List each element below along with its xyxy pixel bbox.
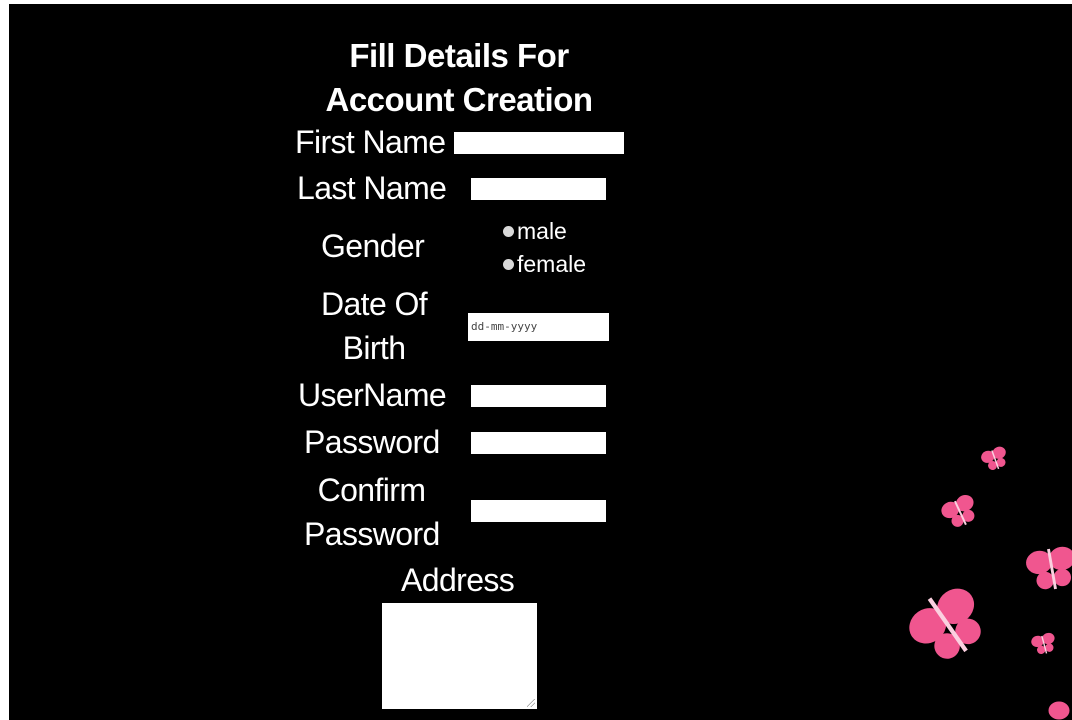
confirm-password-label: Confirm Password — [304, 468, 440, 556]
resize-grip-icon[interactable] — [527, 699, 535, 707]
gender-option-female-label: female — [517, 251, 587, 277]
confirm-label-line2: Password — [304, 516, 440, 552]
form-title: Fill Details For Account Creation — [309, 34, 609, 122]
address-textarea[interactable] — [382, 603, 537, 709]
last-name-input[interactable] — [471, 178, 606, 200]
dob-label-line1: Date Of — [320, 286, 428, 322]
butterfly-icon — [981, 446, 1006, 470]
confirm-password-input[interactable] — [471, 500, 606, 522]
butterfly-icon — [1026, 546, 1072, 590]
page-background: Fill Details For Account Creation First … — [9, 4, 1072, 720]
gender-label: Gender — [321, 228, 425, 264]
butterfly-icon — [909, 588, 981, 659]
gender-option-male-label: male — [517, 218, 567, 244]
radio-button-male[interactable] — [503, 225, 514, 237]
butterfly-icon — [1048, 701, 1070, 720]
password-input[interactable] — [471, 432, 606, 454]
butterfly-icon — [1031, 632, 1055, 655]
username-label: UserName — [298, 377, 447, 413]
dob-input[interactable]: dd-mm-yyyy — [468, 313, 609, 341]
confirm-label-line1: Confirm — [317, 472, 426, 508]
radio-button-female[interactable] — [503, 258, 514, 270]
gender-option-female[interactable]: female — [503, 249, 586, 279]
password-label: Password — [304, 424, 440, 460]
first-name-label: First Name — [295, 124, 446, 160]
dob-label: Date Of Birth — [309, 282, 439, 370]
address-label: Address — [401, 562, 515, 598]
butterfly-icon — [941, 494, 975, 527]
gender-option-male[interactable]: male — [503, 216, 567, 246]
username-input[interactable] — [471, 385, 606, 407]
dob-label-line2: Birth — [342, 330, 406, 366]
last-name-label: Last Name — [297, 170, 447, 206]
form-title-line2: Account Creation — [325, 81, 593, 118]
form-title-line1: Fill Details For — [349, 37, 569, 74]
first-name-input[interactable] — [454, 132, 624, 154]
